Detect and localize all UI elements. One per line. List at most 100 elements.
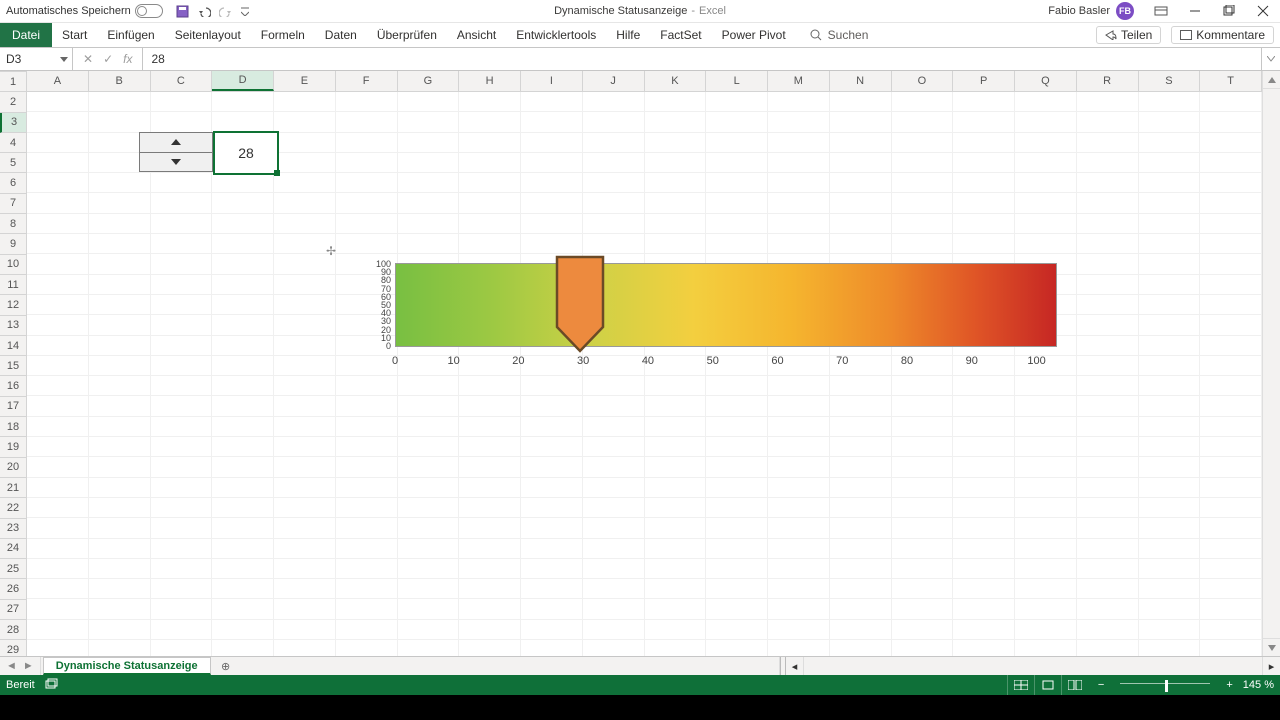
zoom-thumb[interactable]: [1165, 680, 1168, 692]
spin-up-button[interactable]: [140, 133, 212, 153]
qat-more-icon[interactable]: [241, 6, 249, 16]
row-header-12[interactable]: 12: [0, 295, 26, 315]
col-header-I[interactable]: I: [521, 71, 583, 91]
zoom-out-button[interactable]: −: [1098, 679, 1104, 691]
row-header-8[interactable]: 8: [0, 214, 26, 234]
row-header-29[interactable]: 29: [0, 640, 26, 656]
minimize-button[interactable]: [1178, 0, 1212, 22]
tab-seitenlayout[interactable]: Seitenlayout: [165, 23, 251, 47]
col-header-Q[interactable]: Q: [1015, 71, 1077, 91]
row-header-19[interactable]: 19: [0, 437, 26, 457]
col-header-G[interactable]: G: [398, 71, 460, 91]
scroll-down-button[interactable]: [1263, 638, 1280, 656]
sheet-tab[interactable]: Dynamische Statusanzeige: [43, 657, 211, 675]
col-header-K[interactable]: K: [645, 71, 707, 91]
row-header-5[interactable]: 5: [0, 153, 26, 173]
maximize-button[interactable]: [1212, 0, 1246, 22]
col-header-P[interactable]: P: [953, 71, 1015, 91]
row-header-26[interactable]: 26: [0, 579, 26, 599]
enter-icon[interactable]: ✓: [103, 52, 113, 66]
tab-power pivot[interactable]: Power Pivot: [712, 23, 796, 47]
horizontal-scrollbar[interactable]: ◂ ▸: [779, 657, 1280, 675]
row-header-1[interactable]: 1: [0, 72, 26, 92]
tab-factset[interactable]: FactSet: [650, 23, 711, 47]
tab-einfügen[interactable]: Einfügen: [97, 23, 164, 47]
ribbon-display-options[interactable]: [1144, 0, 1178, 22]
name-box[interactable]: D3: [0, 48, 73, 70]
row-header-24[interactable]: 24: [0, 539, 26, 559]
row-header-18[interactable]: 18: [0, 417, 26, 437]
col-header-T[interactable]: T: [1200, 71, 1262, 91]
tab-ansicht[interactable]: Ansicht: [447, 23, 506, 47]
col-header-F[interactable]: F: [336, 71, 398, 91]
col-header-A[interactable]: A: [27, 71, 89, 91]
row-header-15[interactable]: 15: [0, 356, 26, 376]
page-layout-view-button[interactable]: [1034, 675, 1061, 695]
prev-sheet-icon[interactable]: ◄: [6, 660, 17, 672]
col-header-M[interactable]: M: [768, 71, 830, 91]
row-header-16[interactable]: 16: [0, 376, 26, 396]
col-header-O[interactable]: O: [892, 71, 954, 91]
autosave-toggle[interactable]: [135, 4, 163, 18]
tell-me-search[interactable]: Suchen: [810, 23, 869, 47]
row-header-20[interactable]: 20: [0, 458, 26, 478]
row-header-21[interactable]: 21: [0, 478, 26, 498]
expand-formula-bar[interactable]: [1261, 48, 1280, 70]
row-header-10[interactable]: 10: [0, 255, 26, 275]
row-header-13[interactable]: 13: [0, 316, 26, 336]
spin-down-button[interactable]: [140, 153, 212, 172]
col-header-E[interactable]: E: [274, 71, 336, 91]
row-header-11[interactable]: 11: [0, 275, 26, 295]
cancel-icon[interactable]: ✕: [83, 52, 93, 66]
sheet-nav[interactable]: ◄ ►: [0, 657, 41, 675]
zoom-slider[interactable]: [1120, 683, 1210, 688]
vertical-scrollbar[interactable]: [1262, 71, 1280, 656]
col-header-D[interactable]: D: [212, 71, 274, 91]
redo-icon[interactable]: [219, 5, 233, 17]
row-header-17[interactable]: 17: [0, 397, 26, 417]
tab-start[interactable]: Start: [52, 23, 97, 47]
row-header-25[interactable]: 25: [0, 559, 26, 579]
add-sheet-button[interactable]: ⊕: [215, 657, 237, 675]
formula-input[interactable]: 28: [143, 52, 164, 66]
page-break-view-button[interactable]: [1061, 675, 1088, 695]
col-header-J[interactable]: J: [583, 71, 645, 91]
tab-überprüfen[interactable]: Überprüfen: [367, 23, 447, 47]
spin-button-control[interactable]: [139, 132, 213, 172]
row-header-2[interactable]: 2: [0, 92, 26, 112]
row-header-14[interactable]: 14: [0, 336, 26, 356]
row-header-6[interactable]: 6: [0, 173, 26, 193]
scroll-right-button[interactable]: ▸: [1262, 657, 1280, 675]
tab-hilfe[interactable]: Hilfe: [606, 23, 650, 47]
col-header-H[interactable]: H: [459, 71, 521, 91]
close-button[interactable]: [1246, 0, 1280, 22]
next-sheet-icon[interactable]: ►: [23, 660, 34, 672]
autosave[interactable]: Automatisches Speichern: [6, 4, 163, 18]
fx-icon[interactable]: fx: [123, 52, 132, 66]
save-icon[interactable]: [176, 5, 189, 18]
undo-icon[interactable]: [197, 5, 211, 17]
share-button[interactable]: Teilen: [1096, 26, 1161, 44]
row-header-27[interactable]: 27: [0, 600, 26, 620]
tab-file[interactable]: Datei: [0, 23, 52, 47]
user-account[interactable]: Fabio Basler FB: [1048, 2, 1144, 20]
col-header-S[interactable]: S: [1139, 71, 1201, 91]
row-header-28[interactable]: 28: [0, 620, 26, 640]
normal-view-button[interactable]: [1007, 675, 1034, 695]
col-header-L[interactable]: L: [706, 71, 768, 91]
zoom-level[interactable]: 145 %: [1243, 679, 1274, 691]
row-header-7[interactable]: 7: [0, 194, 26, 214]
row-header-9[interactable]: 9: [0, 234, 26, 254]
col-header-R[interactable]: R: [1077, 71, 1139, 91]
tab-entwicklertools[interactable]: Entwicklertools: [506, 23, 606, 47]
status-gauge-chart[interactable]: 1009080706050403020100 01020304050607080…: [367, 260, 1097, 380]
scroll-left-button[interactable]: ◂: [786, 657, 804, 675]
row-header-23[interactable]: 23: [0, 519, 26, 539]
row-header-3[interactable]: 3: [0, 113, 26, 133]
tab-formeln[interactable]: Formeln: [251, 23, 315, 47]
cells-area[interactable]: 28 ✢ 1009080706050403020100 010203040506…: [27, 92, 1262, 656]
row-header-4[interactable]: 4: [0, 133, 26, 153]
row-header-22[interactable]: 22: [0, 498, 26, 518]
col-header-B[interactable]: B: [89, 71, 151, 91]
col-header-C[interactable]: C: [151, 71, 213, 91]
